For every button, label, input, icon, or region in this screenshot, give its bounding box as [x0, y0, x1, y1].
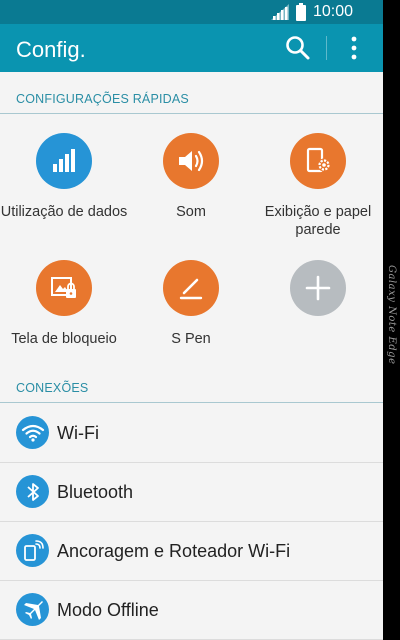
pen-icon: [179, 278, 203, 300]
tile-label: Utilização de dados: [0, 204, 128, 220]
app-bar: Config.: [0, 24, 383, 72]
wifi-icon: [21, 424, 44, 442]
section-header-quick-settings: CONFIGURAÇÕES RÁPIDAS: [0, 84, 383, 114]
page-title: Config.: [16, 37, 86, 62]
signal-icon: [270, 4, 289, 20]
status-time: 10:00: [312, 3, 353, 20]
tile-icon-circle: [163, 260, 219, 316]
list-icon-circle: [16, 475, 49, 508]
tile-icon-circle: [290, 133, 346, 189]
list-icon-circle: [16, 416, 49, 449]
tile-icon-circle: [36, 133, 92, 189]
list-item-wifi[interactable]: Wi-Fi: [0, 404, 383, 463]
tile-icon-circle: [163, 133, 219, 189]
tile-sound[interactable]: Som: [127, 133, 255, 221]
tile-icon-circle: [36, 260, 92, 316]
list-icon-circle: [16, 593, 49, 626]
tile-label: Som: [176, 204, 206, 220]
status-indicators: 10:00: [270, 2, 353, 22]
tile-lock-screen[interactable]: Tela de bloqueio: [0, 260, 128, 348]
airplane-icon: [23, 600, 43, 620]
tile-s-pen[interactable]: S Pen: [127, 260, 255, 348]
tile-label: S Pen: [171, 331, 211, 347]
section-header-connections: CONEXÕES: [0, 373, 383, 403]
list-item-label: Modo Offline: [57, 600, 159, 620]
list-icon-circle: [16, 534, 49, 567]
list-item-bluetooth[interactable]: Bluetooth: [0, 463, 383, 522]
tile-data-usage[interactable]: Utilização de dados: [0, 133, 128, 221]
settings-screen: 10:00 Config. CONFIGURAÇÕES RÁPIDAS Util…: [0, 0, 383, 640]
device-edge-label: Galaxy Note Edge: [386, 265, 397, 365]
search-button[interactable]: [284, 34, 312, 62]
search-icon: [286, 36, 310, 60]
lock-screen-icon: [51, 277, 76, 298]
list-item-tethering[interactable]: Ancoragem e Roteador Wi-Fi: [0, 522, 383, 581]
app-bar-divider: [326, 36, 327, 60]
battery-icon: [295, 3, 306, 21]
bluetooth-icon: [26, 482, 39, 501]
tile-icon-circle: [290, 260, 346, 316]
display-settings-icon: [306, 147, 331, 173]
list-item-label: Wi-Fi: [57, 423, 99, 443]
more-options-button[interactable]: [342, 34, 366, 62]
tile-label: Tela de bloqueio: [11, 331, 117, 347]
status-bar: 10:00: [0, 0, 383, 24]
tile-display[interactable]: Exibição e papel parede: [254, 133, 382, 239]
tethering-icon: [23, 539, 44, 561]
data-usage-icon: [53, 149, 75, 172]
tile-add[interactable]: [254, 260, 382, 330]
list-item-airplane-mode[interactable]: Modo Offline: [0, 581, 383, 640]
plus-icon: [305, 275, 331, 301]
list-item-label: Ancoragem e Roteador Wi-Fi: [57, 541, 291, 561]
list-item-label: Bluetooth: [57, 482, 134, 502]
speaker-icon: [179, 150, 204, 172]
tile-label: Exibição e papel parede: [264, 204, 372, 238]
more-vert-icon: [351, 36, 357, 60]
